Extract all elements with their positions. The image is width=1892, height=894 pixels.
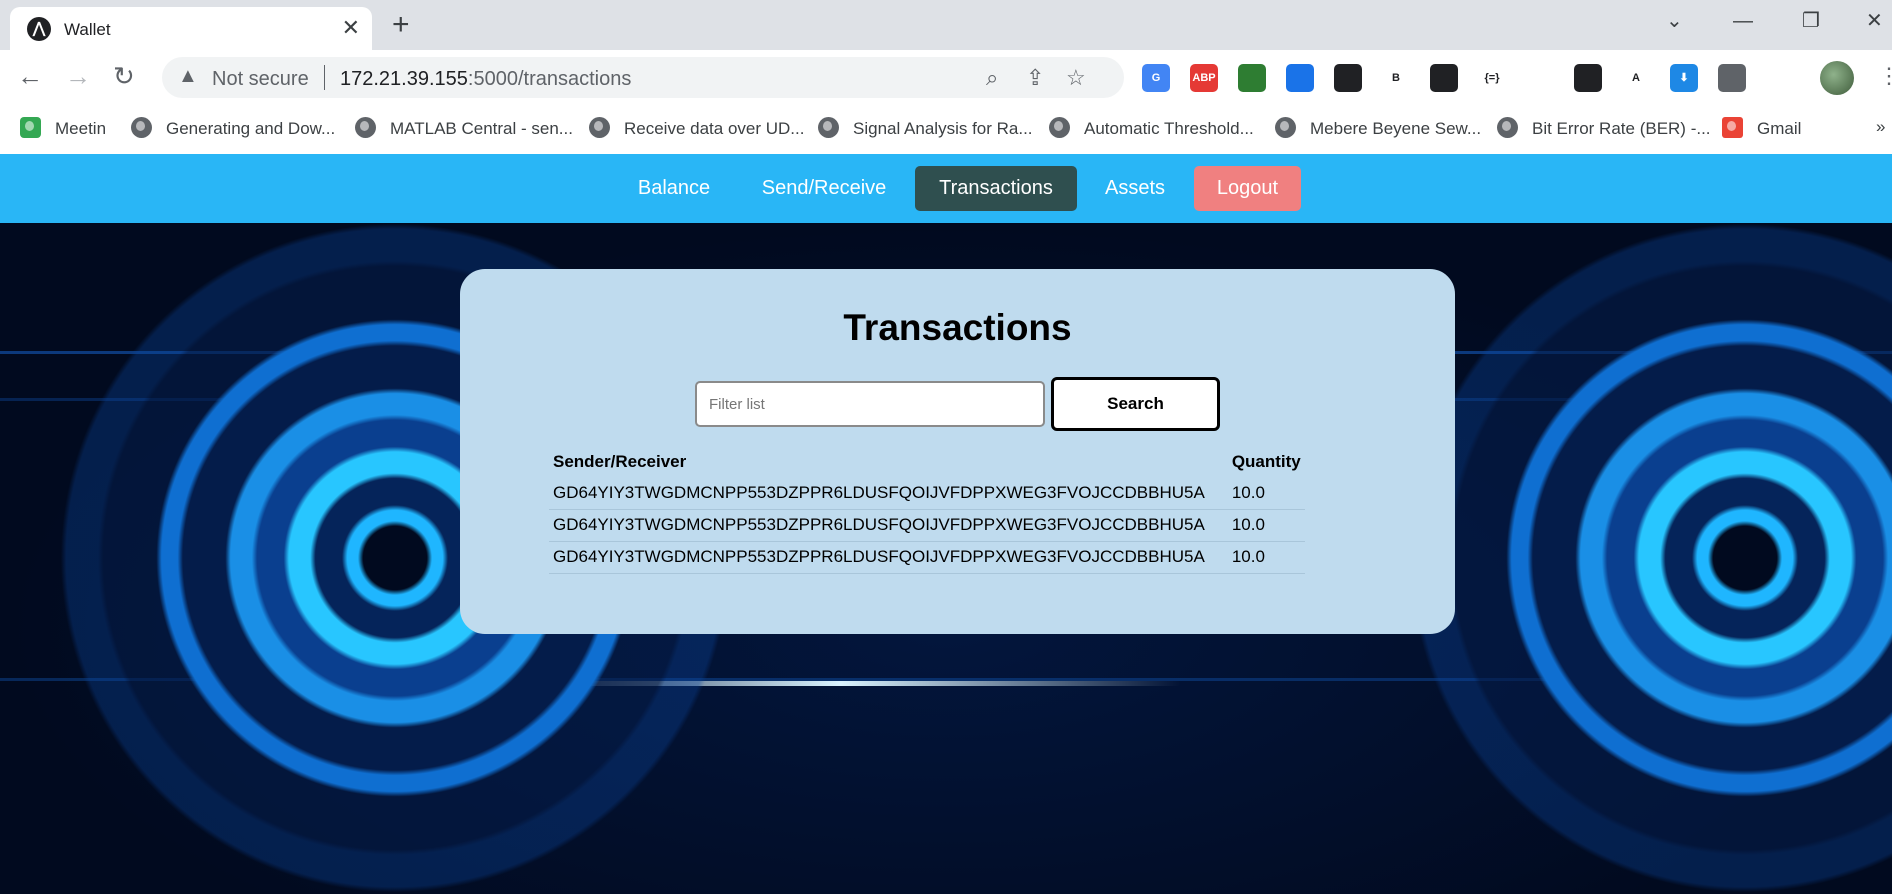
sender-receiver-cell: GD64YIY3TWGDMCNPP553DZPPR6LDUSFQOIJVFDPP… <box>549 541 1209 574</box>
nav-transactions[interactable]: Transactions <box>915 166 1077 211</box>
bookmark-label: Mebere Beyene Sew... <box>1310 119 1482 138</box>
cat-extension[interactable] <box>1430 64 1458 92</box>
forward-icon[interactable]: → <box>65 60 91 92</box>
bookmark-item[interactable]: Gmail <box>1722 117 1801 139</box>
browser-tab-strip: ⋀ Wallet ✕ + ⌄ — ❐ ✕ <box>0 0 1892 50</box>
search-button[interactable]: Search <box>1051 377 1220 431</box>
bookmark-label: Gmail <box>1757 119 1802 138</box>
bookmark-label: Automatic Threshold... <box>1084 119 1254 138</box>
table-row: GD64YIY3TWGDMCNPP553DZPPR6LDUSFQOIJVFDPP… <box>549 478 1305 510</box>
restore-icon[interactable]: ❐ <box>1802 6 1820 36</box>
bookmark-item[interactable]: MATLAB Central - sen... <box>355 117 573 139</box>
tab-search-chevron-icon[interactable]: ⌄ <box>1666 6 1683 36</box>
transactions-table: Sender/Receiver Quantity GD64YIY3TWGDMCN… <box>549 448 1305 574</box>
globe-icon <box>1275 117 1296 138</box>
quantity-cell: 10.0 <box>1208 478 1305 510</box>
nav-logout[interactable]: Logout <box>1194 166 1301 211</box>
address-bar[interactable]: ▲ Not secure 172.21.39.155:5000/transact… <box>162 57 1124 98</box>
copy-extension[interactable] <box>1334 64 1362 92</box>
bookmark-label: Generating and Dow... <box>166 119 336 138</box>
back-icon[interactable]: ← <box>17 60 43 92</box>
browser-tab[interactable]: ⋀ Wallet ✕ <box>10 7 372 50</box>
gmail-icon <box>1722 117 1743 138</box>
new-tab-icon[interactable]: + <box>392 8 410 42</box>
table-row: GD64YIY3TWGDMCNPP553DZPPR6LDUSFQOIJVFDPP… <box>549 509 1305 542</box>
picture-in-picture-extension[interactable] <box>1574 64 1602 92</box>
bookmark-item[interactable]: Bit Error Rate (BER) -... <box>1497 117 1711 139</box>
json-extension[interactable]: {=} <box>1478 64 1506 92</box>
globe-icon <box>355 117 376 138</box>
hand-extension[interactable] <box>1526 64 1554 92</box>
security-label[interactable]: Not secure <box>212 68 309 91</box>
globe-icon <box>131 117 152 138</box>
b-extension[interactable]: B <box>1382 64 1410 92</box>
quantity-cell: 10.0 <box>1208 509 1305 542</box>
bookmark-label: Meetin <box>55 119 107 138</box>
download-extension[interactable]: ⬇ <box>1670 64 1698 92</box>
side-panel-extension[interactable] <box>1766 64 1794 92</box>
transactions-card: Transactions Search Sender/Receiver Quan… <box>460 269 1455 634</box>
tab-title: Wallet <box>64 20 111 39</box>
reload-icon[interactable]: ↻ <box>113 60 135 92</box>
sender-receiver-cell: GD64YIY3TWGDMCNPP553DZPPR6LDUSFQOIJVFDPP… <box>549 478 1209 510</box>
column-header-quantity: Quantity <box>1231 452 1301 471</box>
globe-icon <box>818 117 839 138</box>
url-text[interactable]: 172.21.39.155:5000/transactions <box>340 68 631 91</box>
globe-icon <box>589 117 610 138</box>
bookmark-label: Bit Error Rate (BER) -... <box>1532 119 1711 138</box>
share-icon[interactable]: ⇪ <box>1026 65 1044 91</box>
a-extension[interactable]: A <box>1622 64 1650 92</box>
bookmark-label: Signal Analysis for Ra... <box>853 119 1033 138</box>
bookmark-item[interactable]: Automatic Threshold... <box>1049 117 1254 139</box>
nav-assets[interactable]: Assets <box>1092 166 1178 211</box>
bookmark-item[interactable]: Generating and Dow... <box>131 117 335 139</box>
nav-balance[interactable]: Balance <box>620 166 728 211</box>
google-meet-icon <box>20 117 41 138</box>
menu-kebab-icon[interactable]: ⋮ <box>1878 60 1892 92</box>
bookmark-item[interactable]: Mebere Beyene Sew... <box>1275 117 1481 139</box>
url-host: 172.21.39.155 <box>340 68 468 90</box>
app-navbar: Balance Send/Receive Transactions Assets… <box>0 154 1892 223</box>
globe-extension[interactable] <box>1238 64 1266 92</box>
wallet-favicon-icon: ⋀ <box>27 17 51 41</box>
page-title: Transactions <box>843 307 1072 348</box>
quantity-cell: 10.0 <box>1208 541 1305 574</box>
bookmark-item[interactable]: Signal Analysis for Ra... <box>818 117 1033 139</box>
warning-icon: ▲ <box>178 65 198 87</box>
globe-icon <box>1049 117 1070 138</box>
table-row: GD64YIY3TWGDMCNPP553DZPPR6LDUSFQOIJVFDPP… <box>549 541 1305 574</box>
omnibox-divider <box>324 65 325 90</box>
bookmark-star-icon[interactable]: ☆ <box>1066 65 1086 91</box>
nav-send-receive[interactable]: Send/Receive <box>746 166 902 211</box>
bookmark-label: Receive data over UD... <box>624 119 805 138</box>
zoom-icon[interactable]: ⌕ <box>986 65 998 91</box>
sender-receiver-cell: GD64YIY3TWGDMCNPP553DZPPR6LDUSFQOIJVFDPP… <box>549 509 1209 542</box>
google-translate-extension[interactable]: G <box>1142 64 1170 92</box>
minimize-icon[interactable]: — <box>1733 6 1753 36</box>
bookmarks-overflow-icon[interactable]: » <box>1876 117 1885 137</box>
puzzle-extension[interactable] <box>1718 64 1746 92</box>
url-path: :5000/transactions <box>467 68 632 90</box>
browser-toolbar: ← → ↻ ▲ Not secure 172.21.39.155:5000/tr… <box>0 50 1892 105</box>
table-header-row: Sender/Receiver Quantity <box>549 448 1305 478</box>
bookmark-item[interactable]: Meetin <box>20 117 106 139</box>
bookmarks-bar: » Meetin Generating and Dow... MATLAB Cent… <box>0 105 1892 154</box>
filter-input[interactable] <box>695 381 1045 427</box>
column-header-sender-receiver: Sender/Receiver <box>553 452 687 471</box>
close-window-icon[interactable]: ✕ <box>1866 6 1883 36</box>
document-extension[interactable] <box>1286 64 1314 92</box>
adblock-plus-extension[interactable]: ABP <box>1190 64 1218 92</box>
close-tab-icon[interactable]: ✕ <box>342 16 360 40</box>
bookmark-label: MATLAB Central - sen... <box>390 119 573 138</box>
profile-avatar[interactable] <box>1820 61 1854 95</box>
globe-icon <box>1497 117 1518 138</box>
bookmark-item[interactable]: Receive data over UD... <box>589 117 804 139</box>
